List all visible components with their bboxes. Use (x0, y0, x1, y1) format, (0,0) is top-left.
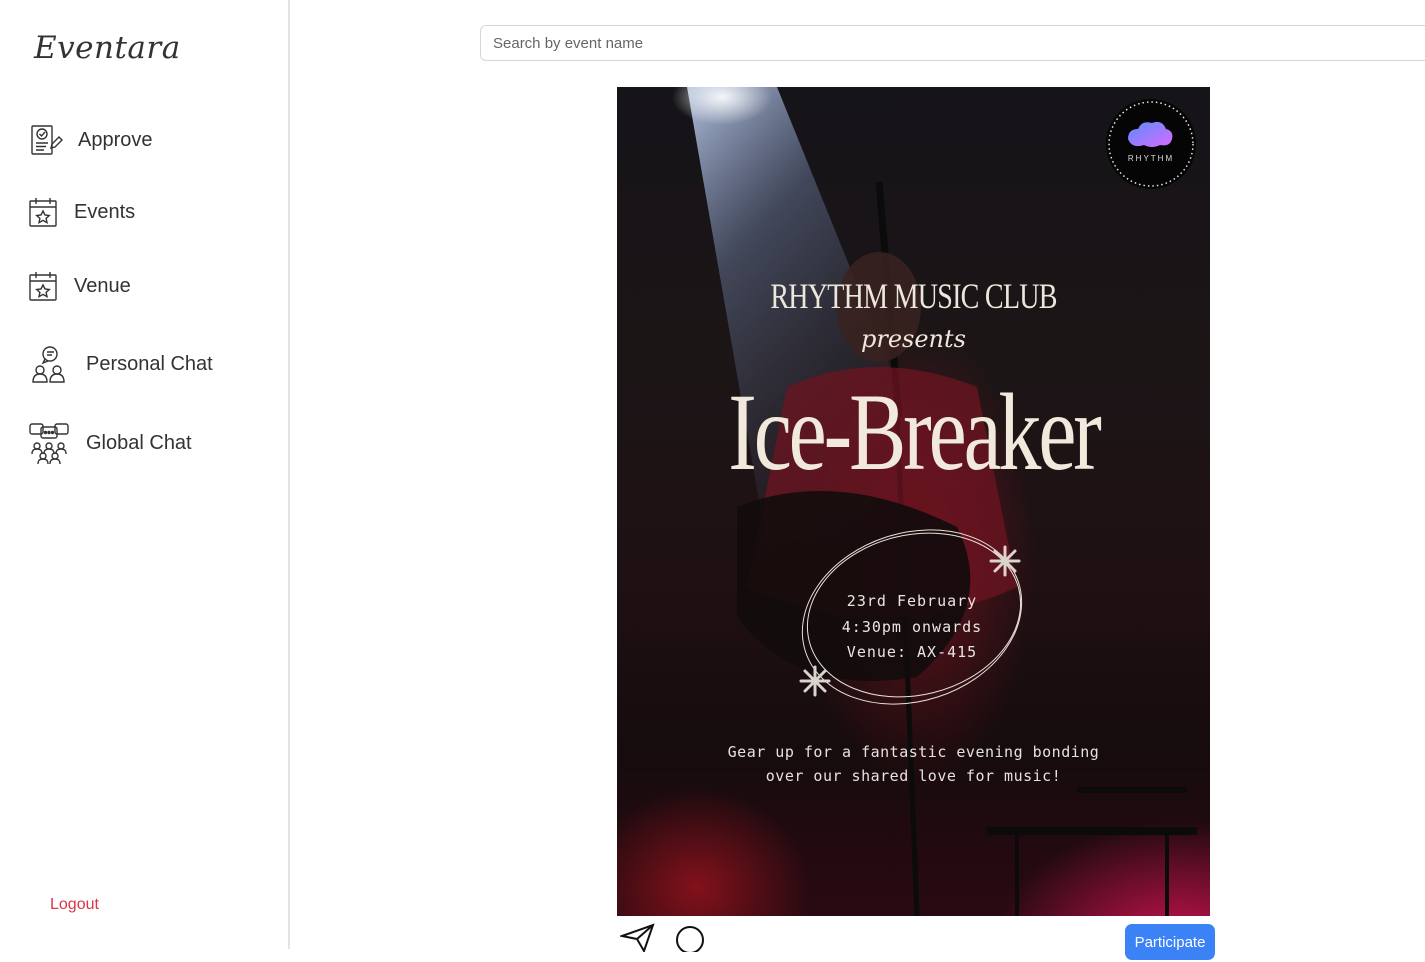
calendar-star-icon (28, 196, 58, 228)
presents-text: presents (861, 325, 966, 353)
calendar-star-icon (28, 270, 58, 302)
sidebar-item-label: Global Chat (86, 431, 192, 454)
sidebar-item-label: Personal Chat (86, 352, 213, 375)
ring-decoration (799, 529, 1023, 705)
personal-chat-icon (28, 344, 68, 384)
send-icon[interactable] (618, 922, 656, 956)
sidebar-item-personal-chat[interactable]: Personal Chat (28, 344, 213, 384)
event-venue: Venue: AX-415 (846, 643, 978, 661)
sidebar-item-venue[interactable]: Venue (28, 270, 131, 302)
event-poster: RHYTHM RHYTHM MUSIC CLUB presents Ice-Br… (617, 87, 1210, 916)
club-logo: RHYTHM (1106, 99, 1196, 189)
sidebar-item-events[interactable]: Events (28, 196, 135, 228)
sidebar-item-approve[interactable]: Approve (28, 122, 153, 158)
global-chat-icon (28, 421, 70, 465)
spotlight-beam (672, 87, 1197, 916)
sidebar-item-label: Approve (78, 128, 153, 151)
sidebar-item-global-chat[interactable]: Global Chat (28, 421, 192, 465)
event-description-line: over our shared love for music! (765, 767, 1062, 785)
event-description-line: Gear up for a fantastic evening bonding (727, 743, 1100, 761)
approve-document-icon (28, 122, 64, 158)
sidebar-item-label: Venue (74, 274, 131, 297)
search-input[interactable] (480, 25, 1425, 61)
brand-logo: Eventara (34, 30, 181, 66)
club-name: RHYTHM MUSIC CLUB (770, 276, 1057, 316)
sidebar: Eventara Approve Events Venue Personal C… (0, 0, 290, 949)
event-time: 4:30pm onwards (841, 618, 983, 636)
logout-link[interactable]: Logout (50, 896, 99, 914)
comment-icon[interactable] (674, 924, 708, 956)
participate-button[interactable]: Participate (1125, 924, 1215, 960)
sidebar-item-label: Events (74, 200, 136, 223)
event-title: Ice-Breaker (728, 371, 1102, 493)
event-date: 23rd February (846, 592, 978, 610)
